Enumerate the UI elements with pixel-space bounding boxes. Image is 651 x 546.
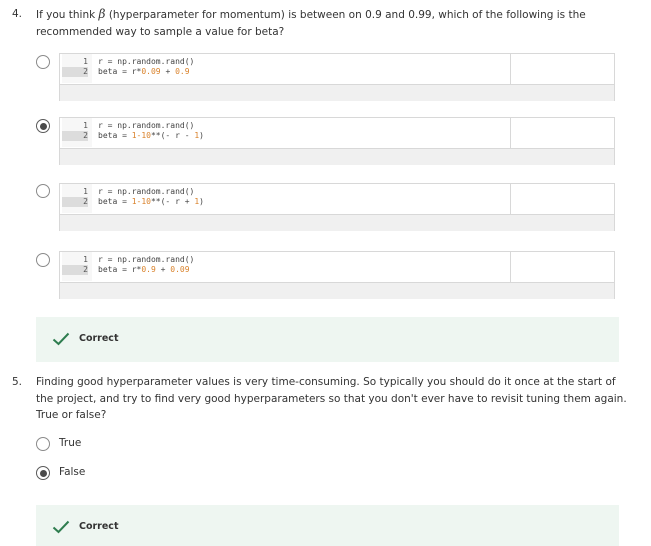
code-token: **(- r -	[150, 131, 195, 140]
line-number: 2	[62, 197, 88, 207]
beta-symbol: β	[98, 7, 106, 21]
question-5-option-true-label[interactable]: True	[59, 437, 81, 449]
code-footer	[60, 282, 614, 299]
code-number: 1-10	[131, 131, 151, 140]
question-5-text-line: the project, and try to find very good h…	[36, 392, 627, 405]
question-4-option-4-radio[interactable]	[36, 253, 50, 267]
code-number: 0.09	[141, 67, 161, 76]
line-gutter: 1 2	[62, 118, 92, 147]
line-gutter: 1 2	[62, 54, 92, 83]
code-line-1: r = np.random.rand()	[98, 121, 195, 130]
feedback-label: Correct	[79, 333, 119, 344]
question-5-option-false-label[interactable]: False	[59, 466, 85, 478]
question-4-text-after: (hyperparameter for momentum) is between…	[108, 9, 586, 21]
question-5-option-true-radio[interactable]	[36, 437, 50, 451]
question-4-text-before: If you think	[36, 9, 96, 21]
question-5-text-line: Finding good hyperparameter values is ve…	[36, 376, 616, 388]
question-5-text: Finding good hyperparameter values is ve…	[36, 374, 641, 424]
code-token: **(- r +	[150, 197, 195, 206]
code-line-1: r = np.random.rand()	[98, 57, 195, 66]
code-footer	[60, 148, 614, 165]
line-number: 1	[83, 57, 88, 66]
question-4-option-2-code[interactable]: 1 2 r = np.random.rand() beta = 1-10**(-…	[59, 117, 615, 165]
code-number: 1-10	[131, 197, 151, 206]
question-4-option-1-radio[interactable]	[36, 55, 50, 69]
question-4-option-4-code[interactable]: 1 2 r = np.random.rand() beta = r*0.9 + …	[59, 251, 615, 299]
line-number: 1	[83, 121, 88, 130]
code-number: 0.09	[170, 265, 190, 274]
code-editor[interactable]: 1 2 r = np.random.rand() beta = 1-10**(-…	[60, 118, 511, 148]
line-number: 1	[83, 187, 88, 196]
code-token: beta =	[98, 197, 132, 206]
question-4-option-3-code[interactable]: 1 2 r = np.random.rand() beta = 1-10**(-…	[59, 183, 615, 231]
question-4-option-1-code[interactable]: 1 2 r = np.random.rand() beta = r*0.09 +…	[59, 53, 615, 101]
code-token: )	[199, 131, 204, 140]
question-4-option-3-radio[interactable]	[36, 184, 50, 198]
line-number: 2	[62, 67, 88, 77]
code-token: beta = r*	[98, 67, 142, 76]
question-5-feedback: Correct	[36, 505, 619, 546]
line-number: 2	[62, 265, 88, 275]
code-line-2: beta = r*0.09 + 0.9	[98, 67, 190, 77]
code-number: 0.9	[175, 67, 190, 76]
line-gutter: 1 2	[62, 184, 92, 213]
code-line-1: r = np.random.rand()	[98, 187, 195, 196]
question-4-feedback: Correct	[36, 317, 619, 362]
line-number: 2	[62, 131, 88, 141]
code-editor[interactable]: 1 2 r = np.random.rand() beta = 1-10**(-…	[60, 184, 511, 214]
code-editor[interactable]: 1 2 r = np.random.rand() beta = r*0.09 +…	[60, 54, 511, 84]
code-line-1: r = np.random.rand()	[98, 255, 195, 264]
code-line-2: beta = 1-10**(- r + 1)	[98, 197, 204, 207]
code-token: beta =	[98, 131, 132, 140]
feedback-label: Correct	[79, 521, 119, 532]
code-editor[interactable]: 1 2 r = np.random.rand() beta = r*0.9 + …	[60, 252, 511, 282]
question-5-option-false-radio[interactable]	[36, 466, 50, 480]
question-4-option-2-radio[interactable]	[36, 119, 50, 133]
code-footer	[60, 84, 614, 101]
code-token: +	[160, 67, 176, 76]
code-number: 0.9	[141, 265, 156, 274]
question-5-text-line: True or false?	[36, 409, 107, 421]
code-line-2: beta = 1-10**(- r - 1)	[98, 131, 204, 141]
check-icon	[52, 520, 70, 534]
code-footer	[60, 214, 614, 231]
line-number: 1	[83, 255, 88, 264]
code-token: beta = r*	[98, 265, 142, 274]
question-4-text: If you think β (hyperparameter for momen…	[36, 6, 636, 40]
line-gutter: 1 2	[62, 252, 92, 281]
code-token: +	[155, 265, 171, 274]
question-4-text-line2: recommended way to sample a value for be…	[36, 25, 285, 38]
question-4-number: 4.	[12, 8, 23, 20]
question-5-number: 5.	[12, 376, 23, 388]
code-token: )	[199, 197, 204, 206]
code-line-2: beta = r*0.9 + 0.09	[98, 265, 190, 275]
check-icon	[52, 332, 70, 346]
